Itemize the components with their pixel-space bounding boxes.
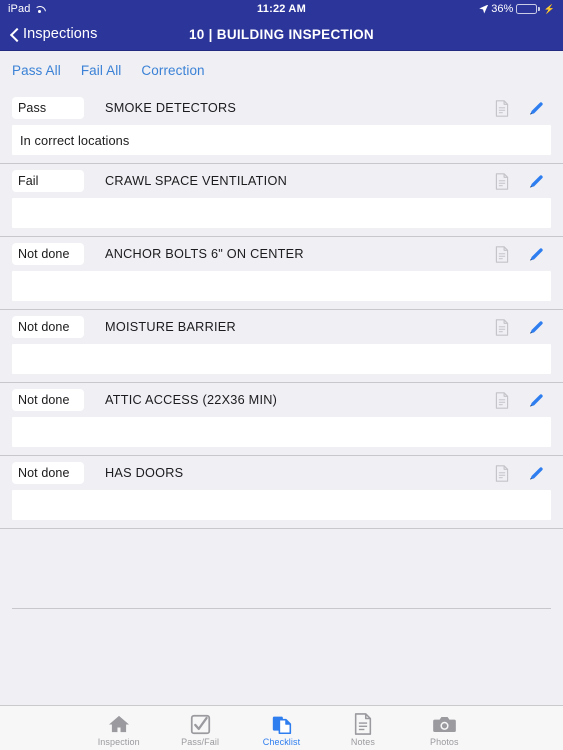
tab-pass-fail[interactable]: Pass/Fail	[159, 706, 240, 750]
status-bar-right: 36% ⚡	[479, 3, 555, 15]
tab-notes[interactable]: Notes	[322, 706, 403, 750]
checklist-note-input[interactable]	[12, 198, 551, 228]
checklist-row-actions	[495, 318, 545, 336]
checklist-item-label: MOISTURE BARRIER	[105, 320, 236, 334]
back-button-label: Inspections	[23, 26, 98, 42]
tab-label: Photos	[430, 736, 459, 747]
checklist-note-input[interactable]	[12, 125, 551, 155]
checklist-empty-row	[12, 529, 551, 609]
pass-all-button[interactable]: Pass All	[12, 63, 61, 78]
checklist-row: Pass SMOKE DETECTORS	[0, 91, 563, 164]
home-icon	[108, 713, 130, 736]
checklist-list[interactable]: Pass SMOKE DETECTORS Fail CRAWL SPACE VENTI…	[0, 89, 563, 705]
checklist-row: Not done MOISTURE BARRIER	[0, 310, 563, 383]
checklist-row-actions	[495, 464, 545, 482]
charging-bolt-icon: ⚡	[543, 3, 555, 14]
pencil-icon[interactable]	[528, 173, 545, 190]
document-icon[interactable]	[495, 464, 509, 482]
checklist-row-header: Not done ANCHOR BOLTS 6" ON CENTER	[12, 237, 551, 271]
notes-page-icon	[353, 713, 373, 736]
status-selector[interactable]: Pass	[12, 97, 84, 119]
pencil-icon[interactable]	[528, 392, 545, 409]
chevron-left-icon	[10, 27, 19, 42]
bottom-tab-bar: Inspection Pass/Fail Checklist Notes Photos	[0, 705, 563, 750]
tab-photos[interactable]: Photos	[404, 706, 485, 750]
check-square-icon	[190, 713, 211, 736]
correction-button[interactable]: Correction	[141, 63, 204, 78]
checklist-item-label: CRAWL SPACE VENTILATION	[105, 174, 287, 188]
checklist-note-input[interactable]	[12, 344, 551, 374]
checklist-row-actions	[495, 391, 545, 409]
battery-percent-label: 36%	[491, 3, 514, 15]
document-icon[interactable]	[495, 99, 509, 117]
app-window: iPad 11:22 AM 36% ⚡ Inspections 10 | BUI…	[0, 0, 563, 750]
checklist-row: Not done ANCHOR BOLTS 6" ON CENTER	[0, 237, 563, 310]
status-selector[interactable]: Not done	[12, 316, 84, 338]
tab-checklist[interactable]: Checklist	[241, 706, 322, 750]
checklist-row-header: Not done ATTIC ACCESS (22X36 MIN)	[12, 383, 551, 417]
checklist-row-actions	[495, 172, 545, 190]
document-icon[interactable]	[495, 318, 509, 336]
checklist-item-label: ATTIC ACCESS (22X36 MIN)	[105, 393, 278, 407]
checklist-row-header: Not done HAS DOORS	[12, 456, 551, 490]
tab-inspection[interactable]: Inspection	[78, 706, 159, 750]
pencil-icon[interactable]	[528, 100, 545, 117]
checklist-row: Fail CRAWL SPACE VENTILATION	[0, 164, 563, 237]
battery-icon	[516, 4, 540, 14]
navigation-bar: Inspections 10 | BUILDING INSPECTION	[0, 18, 563, 51]
pencil-icon[interactable]	[528, 319, 545, 336]
checklist-note-input[interactable]	[12, 417, 551, 447]
status-selector[interactable]: Not done	[12, 462, 84, 484]
checklist-row-actions	[495, 245, 545, 263]
tab-label: Inspection	[97, 736, 140, 747]
location-arrow-icon	[479, 4, 489, 14]
checklist-item-label: ANCHOR BOLTS 6" ON CENTER	[105, 247, 304, 261]
tab-label: Notes	[350, 736, 375, 747]
checklist-row: Not done HAS DOORS	[0, 456, 563, 529]
checklist-row-header: Fail CRAWL SPACE VENTILATION	[12, 164, 551, 198]
fail-all-button[interactable]: Fail All	[81, 63, 122, 78]
back-button[interactable]: Inspections	[10, 26, 97, 42]
action-bar: Pass All Fail All Correction	[0, 51, 563, 89]
checklist-row: Not done ATTIC ACCESS (22X36 MIN)	[0, 383, 563, 456]
status-selector[interactable]: Not done	[12, 243, 84, 265]
checklist-row-actions	[495, 99, 545, 117]
checklist-item-label: SMOKE DETECTORS	[105, 101, 237, 115]
status-selector[interactable]: Fail	[12, 170, 84, 192]
status-selector[interactable]: Not done	[12, 389, 84, 411]
status-bar: iPad 11:22 AM 36% ⚡	[0, 0, 563, 18]
tab-label: Pass/Fail	[181, 736, 220, 747]
document-icon[interactable]	[495, 172, 509, 190]
tab-label: Checklist	[262, 736, 301, 747]
pencil-icon[interactable]	[528, 246, 545, 263]
checklist-note-input[interactable]	[12, 271, 551, 301]
checklist-row-header: Pass SMOKE DETECTORS	[12, 91, 551, 125]
checklist-row-header: Not done MOISTURE BARRIER	[12, 310, 551, 344]
camera-icon	[433, 713, 456, 736]
checklist-note-input[interactable]	[12, 490, 551, 520]
document-icon[interactable]	[495, 245, 509, 263]
checklist-item-label: HAS DOORS	[105, 466, 184, 480]
pencil-icon[interactable]	[528, 465, 545, 482]
documents-stack-icon	[271, 713, 293, 736]
document-icon[interactable]	[495, 391, 509, 409]
